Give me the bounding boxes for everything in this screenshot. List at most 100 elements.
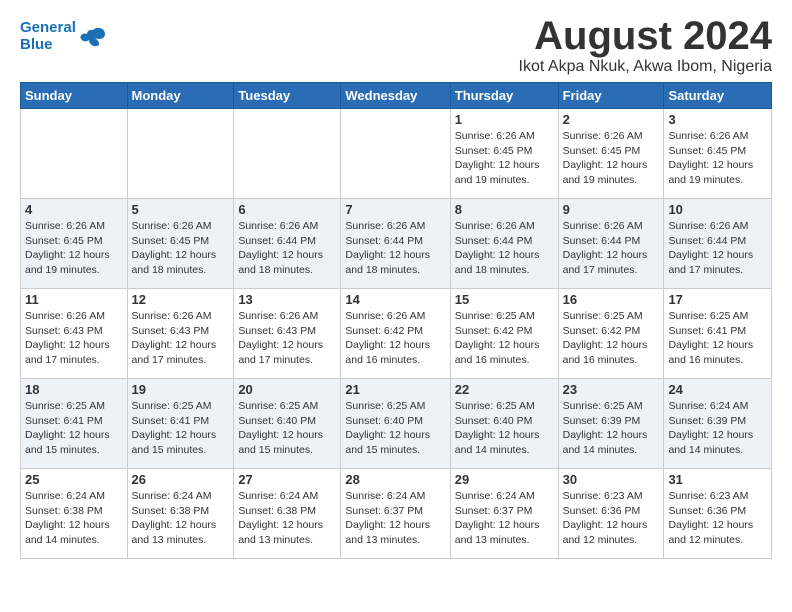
logo: GeneralBlue <box>20 20 107 53</box>
day-info: Sunrise: 6:25 AMSunset: 6:41 PMDaylight:… <box>132 399 230 458</box>
week-row-2: 4Sunrise: 6:26 AMSunset: 6:45 PMDaylight… <box>21 199 772 289</box>
logo-text: GeneralBlue <box>20 20 76 53</box>
week-row-5: 25 Sunrise: 6:24 AMSunset: 6:38 PMDayligh… <box>21 469 772 559</box>
calendar-cell: 27Sunrise: 6:24 AMSunset: 6:38 PMDayligh… <box>234 469 341 559</box>
day-number: 16 <box>563 292 660 307</box>
calendar-cell: 16 Sunrise: 6:25 AMSunset: 6:42 PMDayligh… <box>558 289 664 379</box>
header-wednesday: Wednesday <box>341 83 450 109</box>
day-number: 11 <box>25 292 123 307</box>
day-number: 20 <box>238 382 336 397</box>
day-number: 25 <box>25 472 123 487</box>
day-info: Sunrise: 6:26 AMSunset: 6:45 PMDaylight:… <box>668 129 767 188</box>
calendar-cell: 19 Sunrise: 6:25 AMSunset: 6:41 PMDayligh… <box>127 379 234 469</box>
calendar-cell: 7Sunrise: 6:26 AMSunset: 6:44 PMDaylight… <box>341 199 450 289</box>
day-number: 8 <box>455 202 554 217</box>
calendar-cell: 3 Sunrise: 6:26 AMSunset: 6:45 PMDaylight… <box>664 109 772 199</box>
calendar-cell: 12 Sunrise: 6:26 AMSunset: 6:43 PMDayligh… <box>127 289 234 379</box>
day-number: 5 <box>132 202 230 217</box>
day-info: Sunrise: 6:24 AMSunset: 6:38 PMDaylight:… <box>132 489 230 548</box>
calendar-cell: 1 Sunrise: 6:26 AMSunset: 6:45 PMDaylight… <box>450 109 558 199</box>
calendar-cell: 24Sunrise: 6:24 AMSunset: 6:39 PMDayligh… <box>664 379 772 469</box>
day-number: 1 <box>455 112 554 127</box>
calendar-cell: 26Sunrise: 6:24 AMSunset: 6:38 PMDayligh… <box>127 469 234 559</box>
header-saturday: Saturday <box>664 83 772 109</box>
header-sunday: Sunday <box>21 83 128 109</box>
calendar-cell: 8 Sunrise: 6:26 AMSunset: 6:44 PMDaylight… <box>450 199 558 289</box>
day-number: 22 <box>455 382 554 397</box>
calendar-cell: 14Sunrise: 6:26 AMSunset: 6:42 PMDayligh… <box>341 289 450 379</box>
week-row-1: 1 Sunrise: 6:26 AMSunset: 6:45 PMDaylight… <box>21 109 772 199</box>
calendar-cell: 22Sunrise: 6:25 AMSunset: 6:40 PMDayligh… <box>450 379 558 469</box>
day-number: 24 <box>668 382 767 397</box>
day-info: Sunrise: 6:26 AMSunset: 6:45 PMDaylight:… <box>563 129 660 188</box>
day-info: Sunrise: 6:23 AMSunset: 6:36 PMDaylight:… <box>563 489 660 548</box>
day-info: Sunrise: 6:25 AMSunset: 6:41 PMDaylight:… <box>25 399 123 458</box>
calendar-cell <box>341 109 450 199</box>
calendar-cell: 23Sunrise: 6:25 AMSunset: 6:39 PMDayligh… <box>558 379 664 469</box>
calendar-cell: 2 Sunrise: 6:26 AMSunset: 6:45 PMDaylight… <box>558 109 664 199</box>
day-number: 17 <box>668 292 767 307</box>
day-number: 23 <box>563 382 660 397</box>
calendar-cell: 17 Sunrise: 6:25 AMSunset: 6:41 PMDayligh… <box>664 289 772 379</box>
calendar-cell: 25Sunrise: 6:24 AMSunset: 6:38 PMDayligh… <box>21 469 128 559</box>
day-number: 2 <box>563 112 660 127</box>
day-info: Sunrise: 6:26 AMSunset: 6:45 PMDaylight:… <box>455 129 554 188</box>
day-info: Sunrise: 6:26 AMSunset: 6:43 PMDaylight:… <box>238 309 336 368</box>
day-info: Sunrise: 6:26 AMSunset: 6:44 PMDaylight:… <box>455 219 554 278</box>
day-info: Sunrise: 6:26 AMSunset: 6:44 PMDaylight:… <box>238 219 336 278</box>
day-number: 18 <box>25 382 123 397</box>
day-info: Sunrise: 6:25 AMSunset: 6:40 PMDaylight:… <box>238 399 336 458</box>
day-info: Sunrise: 6:24 AMSunset: 6:37 PMDaylight:… <box>345 489 445 548</box>
header-thursday: Thursday <box>450 83 558 109</box>
day-number: 10 <box>668 202 767 217</box>
calendar-cell: 9Sunrise: 6:26 AMSunset: 6:44 PMDaylight… <box>558 199 664 289</box>
calendar-cell: 30 Sunrise: 6:23 AMSunset: 6:36 PMDayligh… <box>558 469 664 559</box>
header-monday: Monday <box>127 83 234 109</box>
calendar-cell: 18 Sunrise: 6:25 AMSunset: 6:41 PMDayligh… <box>21 379 128 469</box>
calendar-cell: 10 Sunrise: 6:26 AMSunset: 6:44 PMDayligh… <box>664 199 772 289</box>
weekday-header-row: Sunday Monday Tuesday Wednesday Thursday… <box>21 83 772 109</box>
day-number: 27 <box>238 472 336 487</box>
calendar-cell: 28 Sunrise: 6:24 AMSunset: 6:37 PMDayligh… <box>341 469 450 559</box>
month-title: August 2024 <box>519 16 772 56</box>
calendar-cell: 29Sunrise: 6:24 AMSunset: 6:37 PMDayligh… <box>450 469 558 559</box>
calendar-cell <box>234 109 341 199</box>
day-number: 15 <box>455 292 554 307</box>
location: Ikot Akpa Nkuk, Akwa Ibom, Nigeria <box>519 58 772 76</box>
page: GeneralBlue August 2024 Ikot Akpa Nkuk, … <box>0 0 792 569</box>
day-number: 13 <box>238 292 336 307</box>
calendar-cell: 21 Sunrise: 6:25 AMSunset: 6:40 PMDayligh… <box>341 379 450 469</box>
day-info: Sunrise: 6:25 AMSunset: 6:40 PMDaylight:… <box>345 399 445 458</box>
calendar-cell: 4Sunrise: 6:26 AMSunset: 6:45 PMDaylight… <box>21 199 128 289</box>
day-info: Sunrise: 6:25 AMSunset: 6:42 PMDaylight:… <box>563 309 660 368</box>
calendar-cell <box>127 109 234 199</box>
header-tuesday: Tuesday <box>234 83 341 109</box>
calendar-cell: 6 Sunrise: 6:26 AMSunset: 6:44 PMDaylight… <box>234 199 341 289</box>
day-number: 21 <box>345 382 445 397</box>
header-friday: Friday <box>558 83 664 109</box>
day-info: Sunrise: 6:26 AMSunset: 6:44 PMDaylight:… <box>345 219 445 278</box>
day-info: Sunrise: 6:26 AMSunset: 6:43 PMDaylight:… <box>132 309 230 368</box>
day-number: 19 <box>132 382 230 397</box>
day-number: 28 <box>345 472 445 487</box>
day-number: 3 <box>668 112 767 127</box>
calendar-cell: 31Sunrise: 6:23 AMSunset: 6:36 PMDayligh… <box>664 469 772 559</box>
day-info: Sunrise: 6:26 AMSunset: 6:44 PMDaylight:… <box>668 219 767 278</box>
week-row-3: 11 Sunrise: 6:26 AMSunset: 6:43 PMDayligh… <box>21 289 772 379</box>
day-number: 29 <box>455 472 554 487</box>
calendar-cell: 13 Sunrise: 6:26 AMSunset: 6:43 PMDayligh… <box>234 289 341 379</box>
title-block: August 2024 Ikot Akpa Nkuk, Akwa Ibom, N… <box>519 16 772 76</box>
day-info: Sunrise: 6:25 AMSunset: 6:42 PMDaylight:… <box>455 309 554 368</box>
calendar-cell: 11 Sunrise: 6:26 AMSunset: 6:43 PMDayligh… <box>21 289 128 379</box>
day-number: 30 <box>563 472 660 487</box>
logo-bird-icon <box>79 26 107 48</box>
day-number: 9 <box>563 202 660 217</box>
day-info: Sunrise: 6:25 AMSunset: 6:41 PMDaylight:… <box>668 309 767 368</box>
day-number: 6 <box>238 202 336 217</box>
calendar-cell <box>21 109 128 199</box>
calendar-cell: 20 Sunrise: 6:25 AMSunset: 6:40 PMDayligh… <box>234 379 341 469</box>
day-info: Sunrise: 6:26 AMSunset: 6:43 PMDaylight:… <box>25 309 123 368</box>
day-number: 12 <box>132 292 230 307</box>
day-info: Sunrise: 6:26 AMSunset: 6:42 PMDaylight:… <box>345 309 445 368</box>
calendar: Sunday Monday Tuesday Wednesday Thursday… <box>20 82 772 559</box>
